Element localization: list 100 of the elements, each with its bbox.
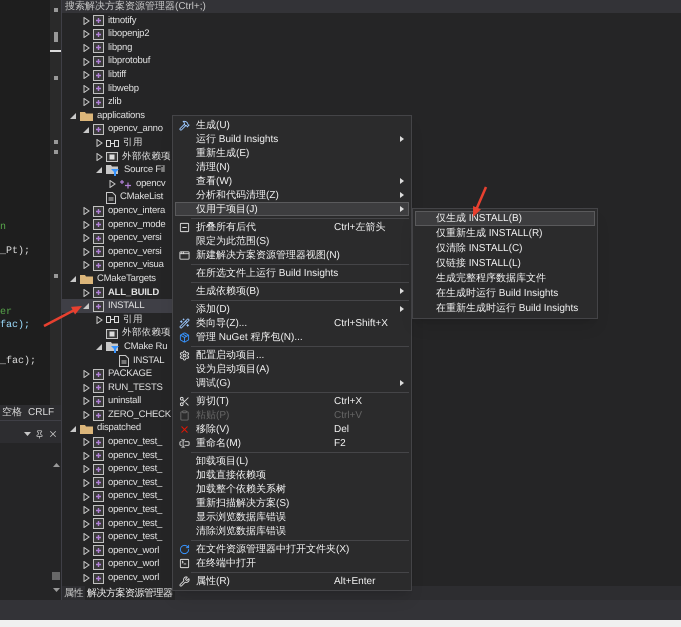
tree-item[interactable]: CMakeList xyxy=(62,190,172,204)
tree-item[interactable]: ZERO_CHECK xyxy=(62,408,172,422)
tree-item[interactable]: opencv xyxy=(62,177,172,191)
tree-item[interactable]: ALL_BUILD xyxy=(62,286,172,300)
menu-item[interactable]: 查看(W) xyxy=(175,174,409,188)
scroll-down-icon[interactable] xyxy=(52,588,60,592)
expander-icon[interactable] xyxy=(83,560,90,569)
menu-item[interactable]: 清理(N) xyxy=(175,160,409,174)
tree-item[interactable]: 外部依赖项 xyxy=(62,150,172,164)
dropdown-icon[interactable] xyxy=(24,432,31,436)
expander-icon[interactable] xyxy=(83,220,90,229)
tree-item[interactable]: opencv_visua xyxy=(62,258,172,272)
expander-icon[interactable] xyxy=(83,397,90,406)
expander-icon[interactable] xyxy=(96,152,103,161)
expander-icon[interactable] xyxy=(83,302,90,310)
menu-item[interactable]: 在生成时运行 Build Insights xyxy=(415,286,595,301)
menu-item[interactable]: 新建解决方案资源管理器视图(N) xyxy=(175,248,409,262)
menu-item[interactable]: 显示浏览数据库错误 xyxy=(175,510,409,524)
expander-icon[interactable] xyxy=(83,207,90,216)
menu-item[interactable]: 加载直接依赖项 xyxy=(175,468,409,482)
tree-item[interactable]: opencv_test_ xyxy=(62,530,172,544)
tree-item[interactable]: libwebp xyxy=(62,82,172,96)
expander-icon[interactable] xyxy=(83,248,90,256)
tree-item[interactable]: opencv_worl xyxy=(62,558,172,572)
pin-icon[interactable] xyxy=(35,430,44,438)
expander-icon[interactable] xyxy=(83,234,90,242)
tree-item[interactable]: opencv_versi xyxy=(62,245,172,259)
menu-item[interactable]: 在终端中打开 xyxy=(175,556,409,570)
tree-item[interactable]: opencv_test_ xyxy=(62,462,172,476)
expander-icon[interactable] xyxy=(70,112,77,120)
menu-item[interactable]: 设为启动项目(A) xyxy=(175,362,409,376)
tree-item[interactable]: opencv_worl xyxy=(62,544,172,558)
line-ending-status[interactable]: CRLF xyxy=(28,405,54,420)
tree-item[interactable]: zlib xyxy=(62,96,172,110)
tree-item[interactable]: CMake Ru xyxy=(62,340,172,354)
tree-item[interactable]: CMakeTargets xyxy=(62,272,172,286)
expander-icon[interactable] xyxy=(83,30,90,38)
tree-item[interactable]: opencv_intera xyxy=(62,204,172,218)
tree-item[interactable]: applications xyxy=(62,109,172,123)
menu-item[interactable]: 仅生成 INSTALL(B) xyxy=(415,211,595,226)
tree-item[interactable]: libtiff xyxy=(62,68,172,82)
panel-tab[interactable]: 属性 xyxy=(62,586,85,600)
tree-item[interactable]: INSTAL xyxy=(62,354,172,368)
expander-icon[interactable] xyxy=(83,261,90,270)
tree-item[interactable]: opencv_mode xyxy=(62,218,172,232)
expander-icon[interactable] xyxy=(83,126,90,134)
menu-item[interactable]: 在所选文件上运行 Build Insights xyxy=(175,266,409,280)
expander-icon[interactable] xyxy=(70,275,77,284)
menu-item[interactable]: 管理 NuGet 程序包(N)... xyxy=(175,330,409,344)
expander-icon[interactable] xyxy=(83,533,90,542)
expander-icon[interactable] xyxy=(83,84,90,93)
tree-item[interactable]: opencv_worl xyxy=(62,571,172,585)
menu-item[interactable]: 清除浏览数据库错误 xyxy=(175,524,409,538)
menu-item[interactable]: 类向导(Z)... Ctrl+Shift+X xyxy=(175,316,409,330)
menu-item[interactable]: 配置启动项目... xyxy=(175,348,409,362)
menu-item[interactable]: 在文件资源管理器中打开文件夹(X) xyxy=(175,542,409,556)
tree-item[interactable]: RUN_TESTS xyxy=(62,381,172,395)
tree-item[interactable]: libprotobuf xyxy=(62,54,172,68)
tree-item[interactable]: ittnotify xyxy=(62,14,172,28)
tree-item[interactable]: opencv_test_ xyxy=(62,435,172,449)
tree-item[interactable]: uninstall xyxy=(62,394,172,408)
menu-item[interactable]: 移除(V) Del xyxy=(175,422,409,436)
expander-icon[interactable] xyxy=(109,180,116,188)
expander-icon[interactable] xyxy=(83,452,90,460)
menu-item[interactable]: 折叠所有后代 Ctrl+左箭头 xyxy=(175,220,409,234)
expander-icon[interactable] xyxy=(70,424,77,433)
expander-icon[interactable] xyxy=(83,546,90,555)
tree-item[interactable]: opencv_test_ xyxy=(62,476,172,490)
expander-icon[interactable] xyxy=(83,384,90,392)
scroll-up-icon[interactable] xyxy=(52,463,60,467)
expander-icon[interactable] xyxy=(83,71,90,80)
search-field[interactable]: 搜索解决方案资源管理器(Ctrl+;) xyxy=(62,0,681,13)
menu-item[interactable]: 运行 Build Insights xyxy=(175,132,409,146)
tree-item[interactable]: libopenjp2 xyxy=(62,28,172,42)
menu-item[interactable]: 限定为此范围(S) xyxy=(175,234,409,248)
expander-icon[interactable] xyxy=(83,478,90,487)
expander-icon[interactable] xyxy=(83,411,90,420)
expander-icon[interactable] xyxy=(96,139,103,148)
expander-icon[interactable] xyxy=(83,370,90,378)
tree-item[interactable]: 外部依赖项 xyxy=(62,326,172,340)
tree-item[interactable]: opencv_versi xyxy=(62,232,172,246)
scrollbar[interactable] xyxy=(50,0,61,405)
tree-item[interactable]: Source Fil xyxy=(62,164,172,178)
menu-item[interactable]: 加载整个依赖关系树 xyxy=(175,482,409,496)
menu-item[interactable]: 在重新生成时运行 Build Insights xyxy=(415,301,595,316)
close-icon[interactable] xyxy=(48,429,58,439)
menu-item[interactable]: 分析和代码清理(Z) xyxy=(175,188,409,202)
menu-item[interactable]: 卸载项目(L) xyxy=(175,454,409,468)
menu-item[interactable]: 生成完整程序数据库文件 xyxy=(415,271,595,286)
expander-icon[interactable] xyxy=(83,438,90,446)
expander-icon[interactable] xyxy=(83,58,90,66)
menu-item[interactable]: 仅链接 INSTALL(L) xyxy=(415,256,595,271)
expander-icon[interactable] xyxy=(83,520,90,528)
panel-tab[interactable]: 解决方案资源管理器 xyxy=(85,586,174,600)
expander-icon[interactable] xyxy=(83,465,90,474)
tree-item[interactable]: 引用 xyxy=(62,136,172,150)
expander-icon[interactable] xyxy=(96,343,103,352)
menu-item[interactable]: 重命名(M) F2 xyxy=(175,436,409,450)
tree-item[interactable]: opencv_test_ xyxy=(62,503,172,517)
expander-icon[interactable] xyxy=(83,98,90,106)
